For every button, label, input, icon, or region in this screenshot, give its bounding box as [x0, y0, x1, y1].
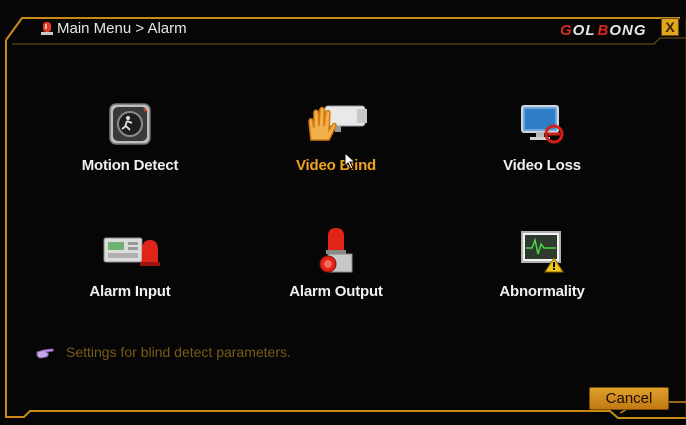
- title-bar: Main Menu > Alarm GOL BONG X: [0, 0, 686, 44]
- menu-item-alarm-output[interactable]: Alarm Output: [256, 226, 416, 316]
- alarm-menu-window: Main Menu > Alarm GOL BONG X Motion Detec…: [0, 0, 686, 425]
- cancel-button[interactable]: Cancel: [589, 387, 669, 410]
- close-button[interactable]: X: [661, 18, 679, 36]
- menu-item-label: Video Blind: [295, 157, 377, 174]
- menu-item-abnormality[interactable]: Abnormality: [462, 226, 622, 316]
- monitor-loss-icon: [521, 105, 564, 144]
- menu-item-video-loss[interactable]: Video Loss: [462, 100, 622, 190]
- mouse-cursor-icon: [344, 152, 357, 170]
- window-title: Main Menu > Alarm: [57, 20, 187, 37]
- window-frame: [5, 17, 686, 419]
- alarm-light-icon: [41, 22, 53, 35]
- menu-item-video-blind[interactable]: Video Blind: [256, 100, 416, 190]
- motion-sensor-icon: [109, 103, 151, 145]
- hint-text: Settings for blind detect parameters.: [66, 344, 291, 360]
- menu-item-label: Alarm Input: [89, 283, 171, 300]
- brand-logo: GOL BONG: [560, 22, 647, 39]
- monitor-warning-icon: [521, 231, 564, 273]
- menu-item-alarm-input[interactable]: Alarm Input: [50, 226, 210, 316]
- hand-over-camera-icon: [308, 105, 367, 141]
- pointing-hand-icon: [36, 348, 54, 359]
- siren-icon: [319, 228, 353, 273]
- menu-item-label: Alarm Output: [289, 283, 383, 300]
- alarm-panel-icon: [103, 237, 160, 266]
- menu-item-label: Motion Detect: [81, 157, 179, 174]
- menu-item-label: Video Loss: [503, 157, 581, 174]
- menu-item-motion-detect[interactable]: Motion Detect: [50, 100, 210, 190]
- menu-item-label: Abnormality: [499, 283, 585, 300]
